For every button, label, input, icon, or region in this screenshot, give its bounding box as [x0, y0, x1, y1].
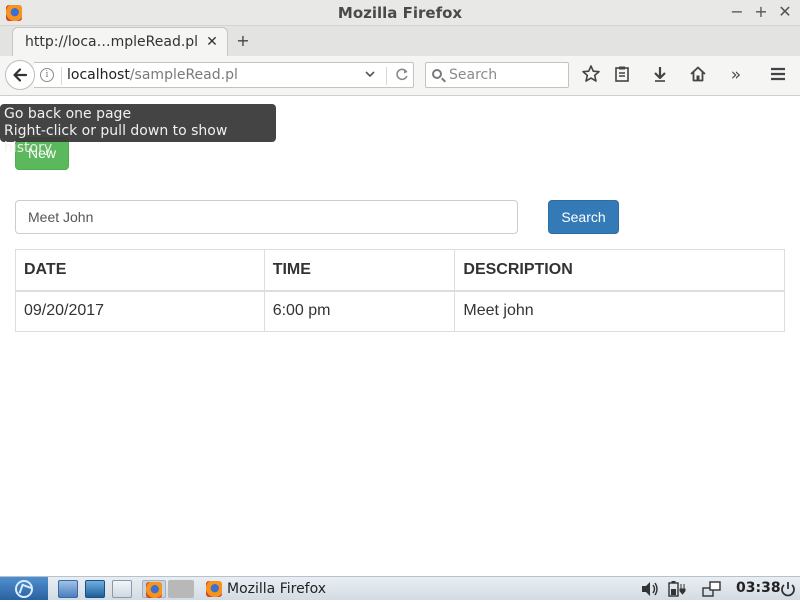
- table-row: 09/20/2017 6:00 pm Meet john: [15, 290, 785, 332]
- firefox-icon: [206, 580, 222, 597]
- download-icon[interactable]: [649, 64, 671, 86]
- url-separator: [61, 67, 62, 85]
- search-icon: [432, 69, 442, 79]
- column-header-description: DESCRIPTION: [454, 249, 785, 292]
- url-host: localhost: [67, 67, 130, 83]
- os-taskbar: Mozilla Firefox 03:38: [0, 576, 800, 600]
- start-menu-button[interactable]: [0, 577, 48, 600]
- home-icon[interactable]: [687, 64, 709, 86]
- reload-icon[interactable]: [394, 65, 410, 87]
- file-manager-icon[interactable]: [58, 580, 78, 598]
- hamburger-menu-icon[interactable]: [767, 64, 789, 86]
- power-icon[interactable]: [779, 580, 797, 602]
- minimize-button[interactable]: −: [728, 2, 746, 22]
- window-controls: − + ✕: [728, 2, 794, 22]
- overflow-chevron-icon[interactable]: »: [725, 64, 747, 86]
- url-bar[interactable]: i localhost/sampleRead.pl: [34, 62, 414, 88]
- back-button-tooltip: Go back one page Right-click or pull dow…: [0, 104, 276, 156]
- workspace-switcher[interactable]: [168, 580, 194, 598]
- tab-title: http://loca…mpleRead.pl: [25, 34, 199, 50]
- firefox-launcher-icon[interactable]: [142, 580, 166, 598]
- cell-date: 09/20/2017: [15, 290, 265, 332]
- url-history-dropdown-icon[interactable]: [364, 67, 376, 84]
- table-header-row: DATE TIME DESCRIPTION: [15, 249, 785, 292]
- clock: 03:38: [736, 580, 781, 596]
- new-tab-button[interactable]: +: [234, 31, 252, 51]
- url-text[interactable]: localhost/sampleRead.pl: [67, 67, 238, 83]
- tab-strip: http://loca…mpleRead.pl ✕ +: [0, 26, 800, 56]
- taskbar-window-firefox[interactable]: Mozilla Firefox: [200, 578, 340, 599]
- search-button[interactable]: Search: [548, 200, 619, 234]
- bookmark-star-icon[interactable]: [580, 64, 602, 86]
- close-window-button[interactable]: ✕: [776, 2, 794, 22]
- desktop-window-icon[interactable]: [112, 580, 132, 598]
- tab-active[interactable]: http://loca…mpleRead.pl ✕: [12, 27, 228, 56]
- taskbar-window-label: Mozilla Firefox: [227, 580, 327, 597]
- info-icon[interactable]: i: [40, 68, 54, 82]
- window-titlebar: Mozilla Firefox − + ✕: [0, 0, 800, 26]
- maximize-button[interactable]: +: [752, 2, 770, 22]
- search-bar[interactable]: Search: [425, 62, 569, 88]
- navigation-toolbar: i localhost/sampleRead.pl Search »: [0, 56, 800, 96]
- cell-time: 6:00 pm: [263, 290, 456, 332]
- network-tool-icon[interactable]: [85, 580, 105, 598]
- tooltip-line-2: Right-click or pull down to show history: [4, 123, 228, 156]
- back-button[interactable]: [5, 60, 35, 90]
- search-bar-placeholder: Search: [449, 67, 498, 83]
- start-logo-icon: [15, 579, 33, 598]
- tab-close-icon[interactable]: ✕: [205, 34, 219, 50]
- column-header-time: TIME: [263, 249, 456, 292]
- search-input[interactable]: Meet John: [15, 200, 518, 234]
- tooltip-line-1: Go back one page: [4, 106, 132, 122]
- network-icon[interactable]: [701, 580, 723, 602]
- url-path: /sampleRead.pl: [129, 67, 238, 83]
- url-divider: [386, 67, 387, 85]
- cell-description: Meet john: [454, 290, 785, 332]
- volume-icon[interactable]: [640, 580, 660, 602]
- reading-list-icon[interactable]: [611, 64, 633, 86]
- events-table: DATE TIME DESCRIPTION 09/20/2017 6:00 pm…: [15, 249, 785, 332]
- window-title: Mozilla Firefox: [337, 4, 463, 22]
- back-arrow-icon: [13, 68, 28, 82]
- battery-icon[interactable]: [666, 580, 688, 602]
- column-header-date: DATE: [15, 249, 265, 292]
